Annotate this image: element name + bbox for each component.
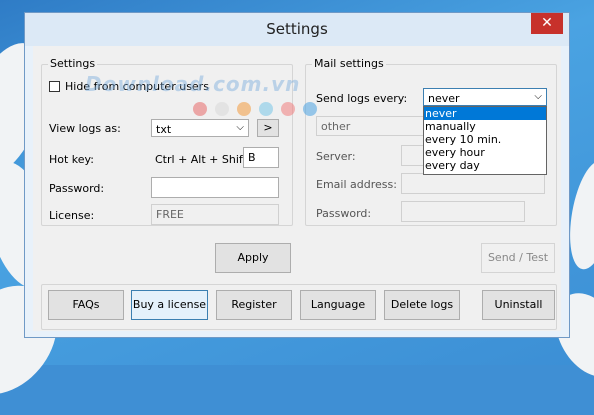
dropdown-option[interactable]: every day: [424, 159, 546, 172]
dropdown-option[interactable]: every 10 min.: [424, 133, 546, 146]
password-label: Password:: [49, 182, 105, 195]
buy-license-button[interactable]: Buy a license: [131, 290, 208, 320]
dropdown-option[interactable]: manually: [424, 120, 546, 133]
hide-checkbox[interactable]: [49, 81, 60, 92]
register-button[interactable]: Register: [216, 290, 292, 320]
view-logs-label: View logs as:: [49, 122, 121, 135]
view-logs-value: txt: [156, 123, 172, 136]
mail-settings-group-label: Mail settings: [312, 57, 386, 70]
hotkey-input[interactable]: B: [243, 147, 279, 168]
license-label: License:: [49, 209, 95, 222]
title-bar[interactable]: Settings ✕: [25, 13, 569, 46]
email-address-input: [401, 173, 545, 194]
password-input[interactable]: [151, 177, 279, 198]
apply-button[interactable]: Apply: [215, 243, 291, 273]
license-field: FREE: [151, 204, 279, 225]
send-every-value: never: [428, 92, 460, 105]
hotkey-label: Hot key:: [49, 153, 94, 166]
view-logs-select[interactable]: txt ⌵: [151, 119, 249, 137]
server-label: Server:: [316, 150, 356, 163]
email-address-label: Email address:: [316, 178, 397, 191]
close-icon: ✕: [541, 15, 553, 31]
dropdown-option[interactable]: every hour: [424, 146, 546, 159]
watermark: Download.com.vn: [85, 72, 301, 96]
mail-password-input: [401, 201, 525, 222]
close-button[interactable]: ✕: [531, 13, 563, 34]
client-area: Settings Hide from computer users View l…: [33, 46, 561, 331]
mail-password-label: Password:: [316, 207, 372, 220]
chevron-down-icon: ⌵: [534, 91, 542, 102]
delete-logs-button[interactable]: Delete logs: [384, 290, 460, 320]
language-button[interactable]: Language: [300, 290, 376, 320]
chevron-down-icon: ⌵: [236, 122, 244, 133]
send-test-button: Send / Test: [481, 243, 555, 273]
dropdown-option[interactable]: never: [424, 107, 546, 120]
settings-group-label: Settings: [48, 57, 98, 70]
send-every-dropdown[interactable]: never manually every 10 min. every hour ever…: [423, 106, 547, 175]
watermark-dots: [193, 102, 325, 119]
other-interval-input: other: [316, 116, 436, 136]
send-every-select[interactable]: never ⌵: [423, 88, 547, 106]
send-every-label: Send logs every:: [316, 92, 408, 105]
window-title: Settings: [266, 20, 328, 38]
faqs-button[interactable]: FAQs: [48, 290, 124, 320]
settings-window: Settings ✕ Settings Hide from computer u…: [24, 12, 570, 338]
uninstall-button[interactable]: Uninstall: [482, 290, 555, 320]
open-logs-button[interactable]: >: [257, 119, 279, 137]
